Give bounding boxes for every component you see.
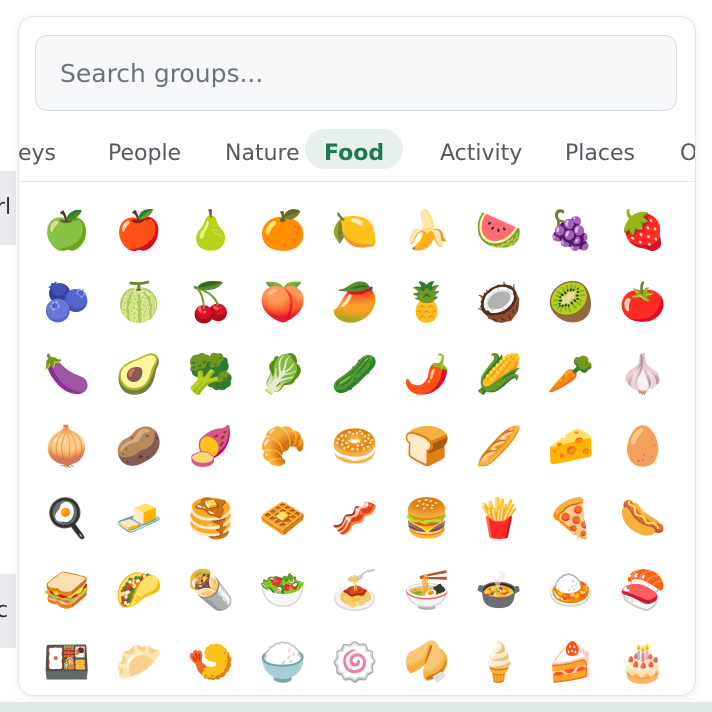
emoji-button[interactable]: 🥭 xyxy=(330,277,380,327)
background-text: rl xyxy=(0,195,12,220)
emoji-button[interactable]: 🍇 xyxy=(546,205,596,255)
emoji-button[interactable]: 🥥 xyxy=(474,277,524,327)
emoji-button[interactable]: 🍕 xyxy=(546,493,596,543)
emoji-button[interactable]: 🍱 xyxy=(42,637,92,687)
emoji-button[interactable]: 🎂 xyxy=(618,637,668,687)
emoji-button[interactable]: 🍓 xyxy=(618,205,668,255)
emoji-button[interactable]: 🧇 xyxy=(258,493,308,543)
emoji-button[interactable]: 🥬 xyxy=(258,349,308,399)
emoji-button[interactable]: 🍝 xyxy=(330,565,380,615)
emoji-button[interactable]: 🍆 xyxy=(42,349,92,399)
emoji-button[interactable]: 🍛 xyxy=(546,565,596,615)
emoji-button[interactable]: 🥠 xyxy=(402,637,452,687)
tab-nature[interactable]: Nature xyxy=(206,129,319,167)
emoji-button[interactable]: 🍍 xyxy=(402,277,452,327)
emoji-button[interactable]: 🍏 xyxy=(42,205,92,255)
tab-people[interactable]: People xyxy=(89,129,200,167)
emoji-button[interactable]: 🥖 xyxy=(474,421,524,471)
emoji-picker-popup: eys PeopleNatureFood ActivityPlacesObj 🍏 🍎 🍐… xyxy=(18,16,696,696)
emoji-button[interactable]: 🌮 xyxy=(114,565,164,615)
emoji-button[interactable]: 🌽 xyxy=(474,349,524,399)
emoji-button[interactable]: 🍌 xyxy=(402,205,452,255)
emoji-button[interactable]: 🧄 xyxy=(618,349,668,399)
emoji-button[interactable]: 🍲 xyxy=(474,565,524,615)
tab-activity[interactable]: Activity xyxy=(421,129,541,167)
emoji-button[interactable]: 🥦 xyxy=(186,349,236,399)
emoji-button[interactable]: 🌶️ xyxy=(402,349,452,399)
emoji-button[interactable]: 🧈 xyxy=(114,493,164,543)
app-window: rl c 🥄 eys PeopleNatureFood ActivityPlaces… xyxy=(0,0,712,712)
emoji-button[interactable]: 🧀 xyxy=(546,421,596,471)
emoji-button[interactable]: 🥓 xyxy=(330,493,380,543)
emoji-button[interactable]: 🍚 xyxy=(258,637,308,687)
search-input[interactable] xyxy=(35,35,677,111)
emoji-button[interactable]: 🍦 xyxy=(474,637,524,687)
emoji-button[interactable]: 🍋 xyxy=(330,205,380,255)
background-list-item: rl xyxy=(0,171,16,245)
emoji-button[interactable]: 🥞 xyxy=(186,493,236,543)
emoji-button[interactable]: 🍊 xyxy=(258,205,308,255)
tab-obj[interactable]: Obj xyxy=(661,129,695,167)
category-tabs: eys PeopleNatureFood ActivityPlacesObj xyxy=(19,127,695,182)
background-text: c 🥄 xyxy=(0,598,16,623)
emoji-button[interactable]: 🌯 xyxy=(186,565,236,615)
emoji-button[interactable]: 🥔 xyxy=(114,421,164,471)
emoji-button[interactable]: 🍤 xyxy=(186,637,236,687)
emoji-button[interactable]: 🥐 xyxy=(258,421,308,471)
background-footer-bar xyxy=(0,702,712,712)
emoji-button[interactable]: 🍥 xyxy=(330,637,380,687)
emoji-button[interactable]: 🍉 xyxy=(474,205,524,255)
emoji-button[interactable]: 🥯 xyxy=(330,421,380,471)
emoji-button[interactable]: 🧅 xyxy=(42,421,92,471)
emoji-button[interactable]: 🍎 xyxy=(114,205,164,255)
background-list-item: c 🥄 xyxy=(0,574,16,648)
emoji-button[interactable]: 🥒 xyxy=(330,349,380,399)
emoji-button[interactable]: 🍳 xyxy=(42,493,92,543)
emoji-button[interactable]: 🥑 xyxy=(114,349,164,399)
emoji-button[interactable]: 🌭 xyxy=(618,493,668,543)
emoji-button[interactable]: 🍞 xyxy=(402,421,452,471)
emoji-button[interactable]: 🥝 xyxy=(546,277,596,327)
emoji-button[interactable]: 🍔 xyxy=(402,493,452,543)
tab-eys[interactable]: eys xyxy=(19,129,75,167)
emoji-button[interactable]: 🍐 xyxy=(186,205,236,255)
emoji-button[interactable]: 🥟 xyxy=(114,637,164,687)
tab-places[interactable]: Places xyxy=(546,129,654,167)
emoji-button[interactable]: 🥕 xyxy=(546,349,596,399)
emoji-button[interactable]: 🍣 xyxy=(618,565,668,615)
emoji-button[interactable]: 🍠 xyxy=(186,421,236,471)
emoji-button[interactable]: 🍰 xyxy=(546,637,596,687)
emoji-button[interactable]: 🍑 xyxy=(258,277,308,327)
emoji-button[interactable]: 🍜 xyxy=(402,565,452,615)
emoji-grid: 🍏 🍎 🍐 🍊 🍋 🍌 🍉 🍇 🍓 🫐 🍈 🍒 🍑 🥭 🍍 🥥 🥝 🍅 🍆 🥑 🥦 🥬 🥒 🌶️ 🌽 🥕 🧄 🧅 🥔 🍠 🥐 🥯 🍞 🥖 🧀 🥚 🍳 🧈 🥞… xyxy=(19,183,695,695)
emoji-button[interactable]: 🍟 xyxy=(474,493,524,543)
emoji-button[interactable]: 🫐 xyxy=(42,277,92,327)
emoji-button[interactable]: 🍒 xyxy=(186,277,236,327)
emoji-button[interactable]: 🍅 xyxy=(618,277,668,327)
tab-food[interactable]: Food xyxy=(305,129,404,169)
emoji-button[interactable]: 🥗 xyxy=(258,565,308,615)
emoji-button[interactable]: 🍈 xyxy=(114,277,164,327)
emoji-button[interactable]: 🥪 xyxy=(42,565,92,615)
emoji-button[interactable]: 🥚 xyxy=(618,421,668,471)
